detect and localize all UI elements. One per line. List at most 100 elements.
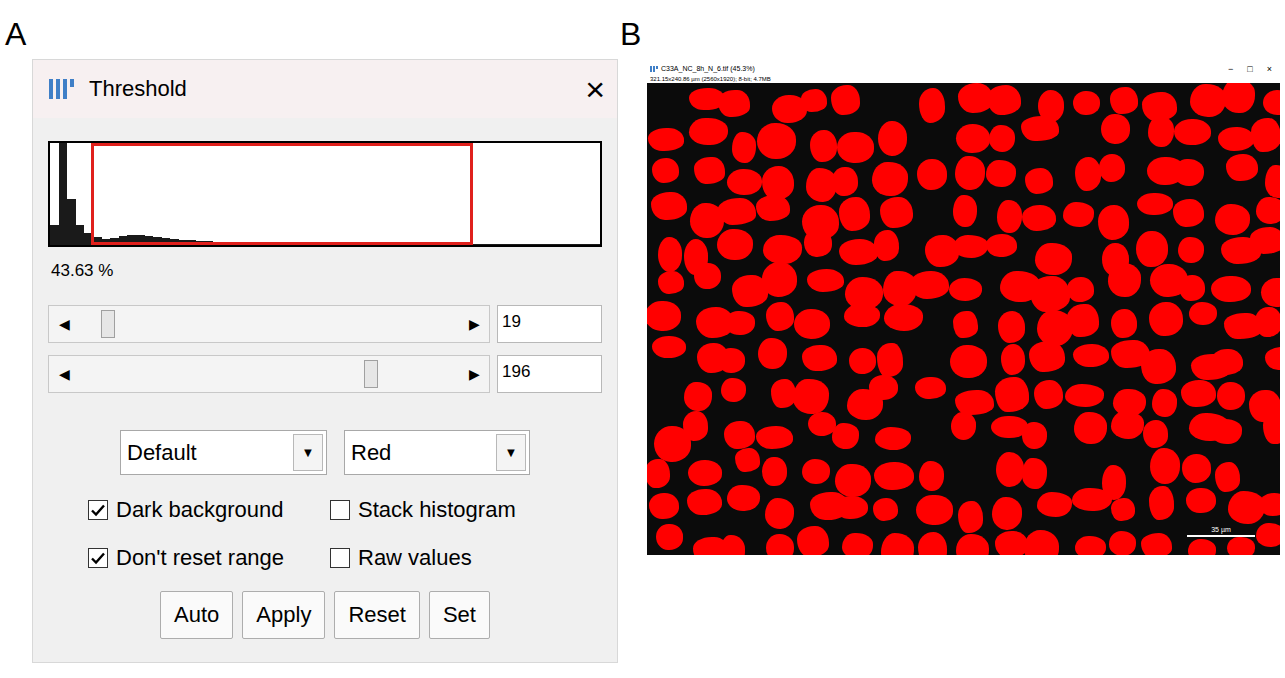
nucleus-blob bbox=[762, 262, 797, 297]
histogram-bar bbox=[50, 225, 59, 245]
right-arrow-icon[interactable]: ▶ bbox=[459, 316, 489, 332]
checkbox-row[interactable]: Dark background bbox=[88, 495, 330, 525]
histogram-bar bbox=[548, 244, 557, 245]
nucleus-blob bbox=[756, 426, 792, 448]
nucleus-blob bbox=[801, 89, 827, 112]
threshold-slider[interactable]: ◀▶ bbox=[48, 305, 490, 343]
dialog-button[interactable]: Apply bbox=[242, 591, 325, 639]
nucleus-blob bbox=[1111, 309, 1137, 338]
nucleus-blob bbox=[756, 195, 790, 221]
histogram-bar bbox=[59, 143, 68, 245]
nucleus-blob bbox=[989, 125, 1015, 151]
slider-track[interactable] bbox=[79, 356, 459, 392]
dialog-body: 43.63 %◀▶19◀▶196Default▼Red▼Dark backgro… bbox=[33, 118, 617, 659]
nucleus-blob bbox=[1074, 412, 1107, 445]
checkbox-row[interactable]: Stack histogram bbox=[330, 495, 602, 525]
checkbox[interactable] bbox=[88, 548, 108, 568]
nucleus-blob bbox=[835, 464, 870, 497]
threshold-range bbox=[91, 143, 473, 245]
checkbox[interactable] bbox=[330, 548, 350, 568]
nucleus-blob bbox=[718, 90, 749, 118]
nucleus-blob bbox=[849, 348, 877, 374]
nucleus-blob bbox=[1211, 276, 1250, 302]
nucleus-blob bbox=[950, 345, 987, 379]
nucleus-blob bbox=[875, 427, 912, 450]
window-control[interactable]: × bbox=[1267, 64, 1272, 74]
window-control[interactable]: □ bbox=[1247, 64, 1252, 74]
slider-thumb[interactable] bbox=[101, 310, 115, 338]
nucleus-blob bbox=[758, 338, 787, 369]
left-arrow-icon[interactable]: ◀ bbox=[49, 366, 79, 382]
nucleus-blob bbox=[1148, 116, 1174, 147]
nucleus-blob bbox=[839, 239, 878, 265]
dropdown-arrow-icon[interactable]: ▼ bbox=[496, 434, 526, 471]
nucleus-blob bbox=[802, 459, 831, 484]
checkbox[interactable] bbox=[330, 500, 350, 520]
checkbox-row[interactable]: Don't reset range bbox=[88, 543, 330, 573]
nucleus-blob bbox=[724, 421, 754, 449]
dropdown[interactable]: Red▼ bbox=[344, 430, 530, 475]
nucleus-blob bbox=[1215, 204, 1251, 235]
nucleus-blob bbox=[688, 460, 723, 486]
dialog-button[interactable]: Reset bbox=[334, 591, 419, 639]
nucleus-blob bbox=[1022, 205, 1056, 230]
panel-label: A bbox=[5, 0, 620, 60]
slider-thumb[interactable] bbox=[364, 360, 378, 388]
nucleus-blob bbox=[1063, 202, 1094, 227]
slider-value[interactable]: 19 bbox=[497, 305, 602, 343]
dialog-button[interactable]: Auto bbox=[160, 591, 233, 639]
dropdown-arrow-icon[interactable]: ▼ bbox=[293, 434, 323, 471]
checkbox-row[interactable]: Raw values bbox=[330, 543, 602, 573]
nucleus-blob bbox=[771, 379, 796, 408]
nucleus-blob bbox=[1261, 278, 1280, 307]
nucleus-blob bbox=[1186, 488, 1216, 513]
nucleus-blob bbox=[1073, 344, 1109, 367]
nucleus-blob bbox=[1065, 384, 1104, 406]
nucleus-blob bbox=[652, 336, 687, 358]
nucleus-blob bbox=[810, 130, 837, 162]
histogram-bar bbox=[531, 244, 540, 245]
nucleus-blob bbox=[1067, 277, 1094, 302]
slider-value[interactable]: 196 bbox=[497, 355, 602, 393]
nucleus-blob bbox=[766, 302, 794, 331]
nucleus-blob bbox=[958, 501, 983, 533]
dropdown-value: Red bbox=[351, 440, 493, 466]
nucleus-blob bbox=[647, 459, 670, 488]
checkbox-label: Stack histogram bbox=[358, 497, 516, 523]
image-title-bar: C33A_NC_8h_N_6.tif (45.3%)−□× bbox=[647, 60, 1280, 75]
dialog-title: Threshold bbox=[89, 76, 573, 102]
nucleus-blob bbox=[1218, 127, 1254, 151]
nucleus-blob bbox=[832, 167, 858, 197]
nucleus-blob bbox=[1037, 492, 1073, 517]
nucleus-blob bbox=[807, 269, 844, 291]
histogram-bar bbox=[497, 244, 506, 245]
nucleus-blob bbox=[917, 159, 946, 189]
nucleus-blob bbox=[1025, 168, 1054, 194]
slider-row: ◀▶196 bbox=[48, 355, 602, 393]
histogram-bar bbox=[76, 225, 85, 245]
histogram-bar bbox=[591, 244, 600, 245]
nucleus-blob bbox=[1072, 488, 1112, 511]
nucleus-blob bbox=[986, 160, 1016, 187]
close-button[interactable]: × bbox=[585, 72, 605, 106]
checkbox[interactable] bbox=[88, 500, 108, 520]
nucleus-blob bbox=[1251, 118, 1280, 152]
panel-a: AThreshold×43.63 %◀▶19◀▶196Default▼Red▼D… bbox=[0, 0, 620, 678]
nucleus-blob bbox=[996, 452, 1024, 486]
nucleus-blob bbox=[1111, 411, 1144, 439]
nucleus-blob bbox=[881, 533, 915, 555]
nucleus-blob bbox=[1255, 307, 1280, 338]
left-arrow-icon[interactable]: ◀ bbox=[49, 316, 79, 332]
nucleus-blob bbox=[1149, 302, 1183, 336]
dropdown[interactable]: Default▼ bbox=[120, 430, 327, 475]
threshold-slider[interactable]: ◀▶ bbox=[48, 355, 490, 393]
dropdown-value: Default bbox=[127, 440, 290, 466]
slider-track[interactable] bbox=[79, 306, 459, 342]
window-control[interactable]: − bbox=[1228, 64, 1233, 74]
dialog-button[interactable]: Set bbox=[429, 591, 490, 639]
nucleus-blob bbox=[721, 378, 746, 402]
nucleus-blob bbox=[919, 461, 944, 491]
nucleus-blob bbox=[910, 271, 949, 299]
right-arrow-icon[interactable]: ▶ bbox=[459, 366, 489, 382]
scale-bar-line bbox=[1187, 535, 1255, 537]
